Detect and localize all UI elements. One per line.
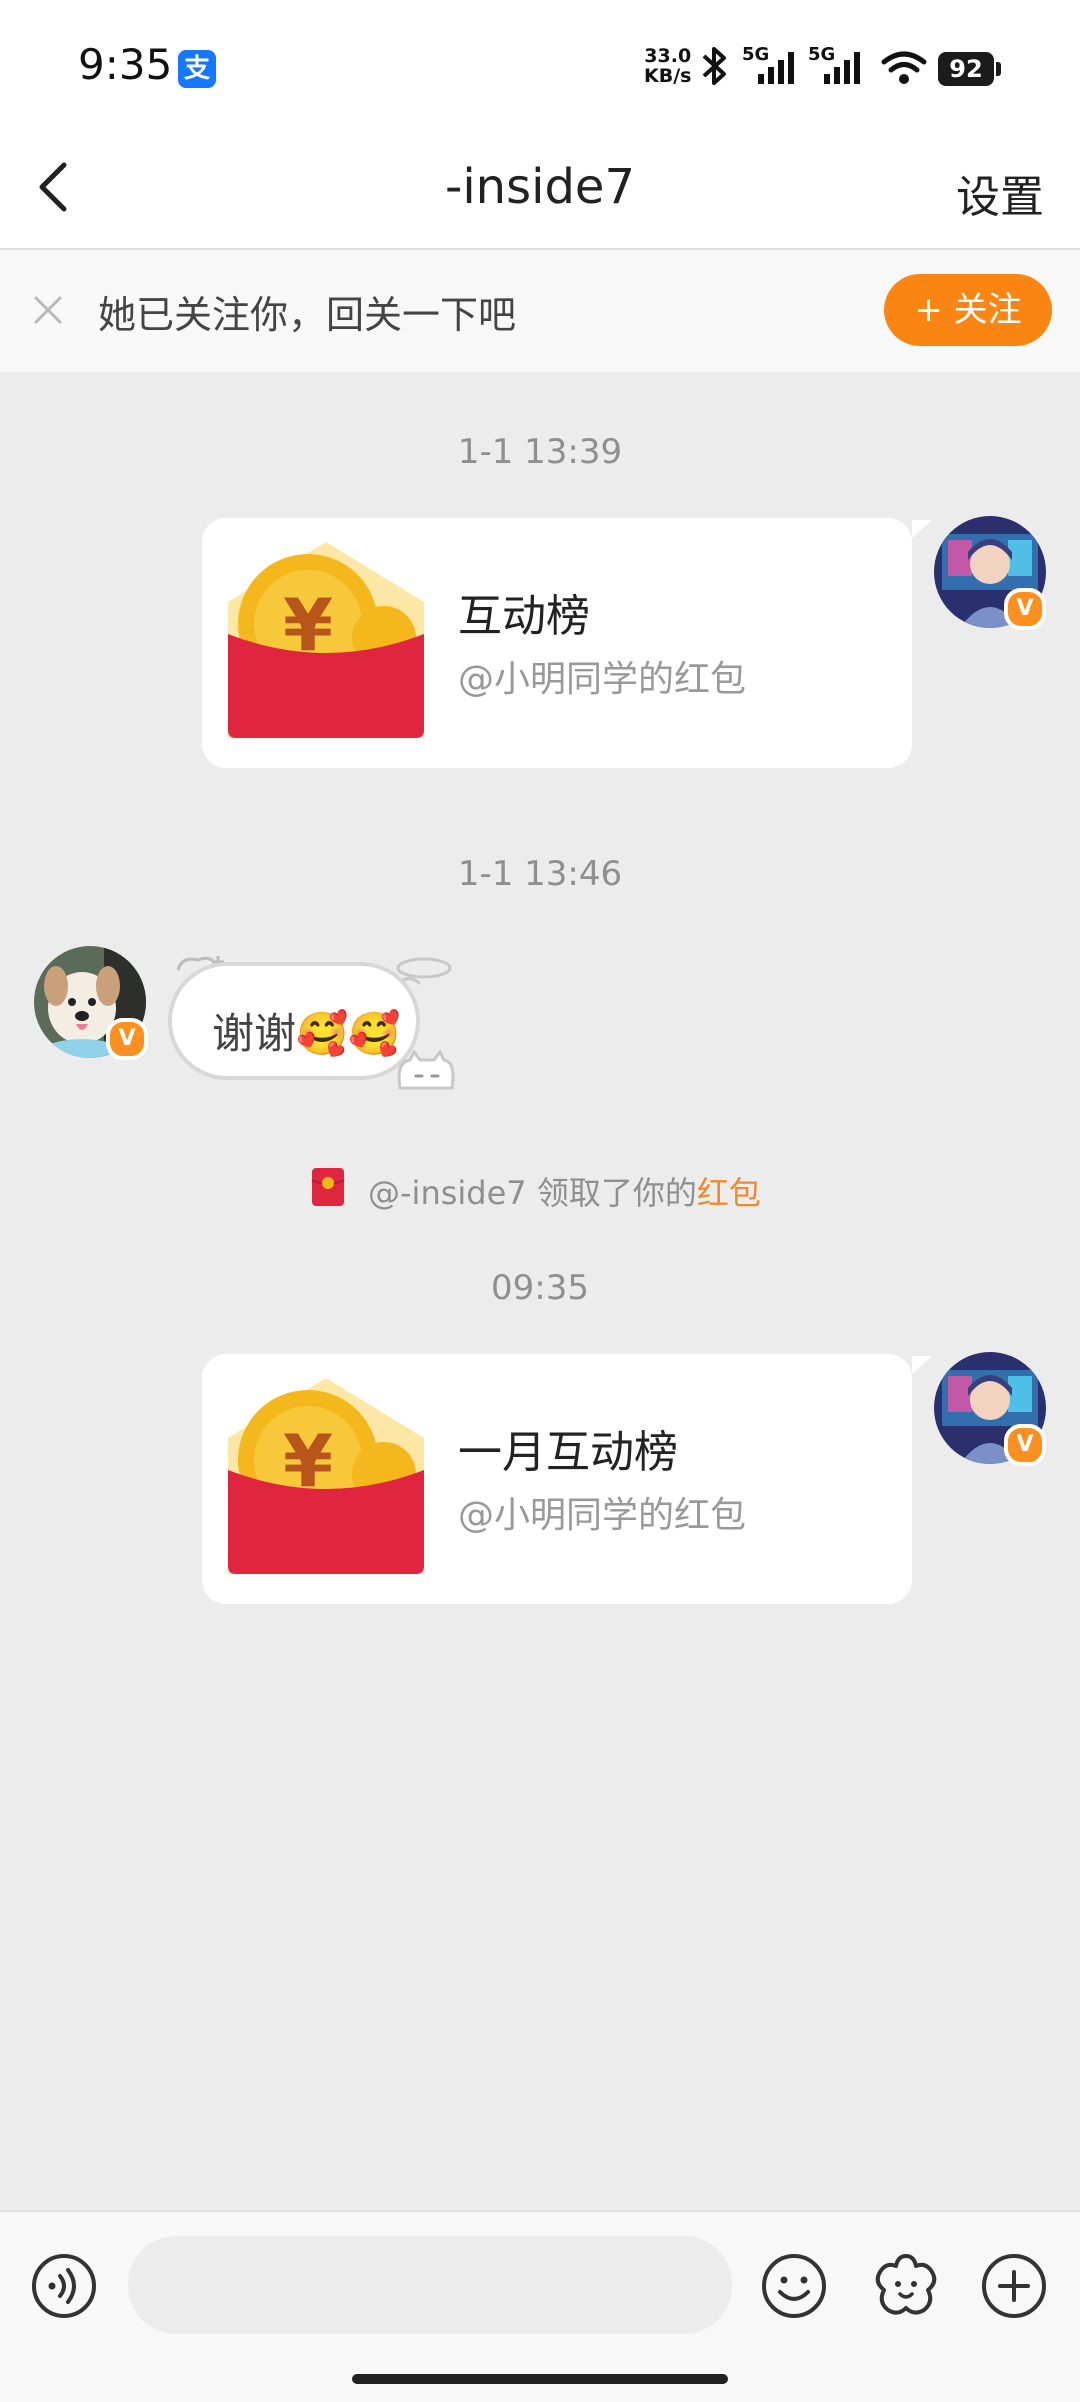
red-packet-subtitle: @小明同学的红包 bbox=[458, 659, 747, 700]
input-bar bbox=[0, 2210, 1080, 2402]
system-notice-prefix: @-inside7 领取了你的 bbox=[368, 1174, 697, 1212]
alipay-notification-icon: 支 bbox=[178, 50, 216, 88]
voice-icon[interactable] bbox=[30, 2252, 98, 2320]
network-speed-value: 33.0 bbox=[644, 45, 692, 67]
chat-header: -inside7 设置 bbox=[0, 135, 1080, 250]
cat-doodle-icon bbox=[397, 1049, 455, 1090]
red-packet-title: 一月互动榜 bbox=[458, 1427, 678, 1478]
red-packet-title: 互动榜 bbox=[458, 591, 590, 642]
red-packet-subtitle: @小明同学的红包 bbox=[458, 1495, 747, 1536]
follow-back-text: 她已关注你，回关一下吧 bbox=[98, 293, 517, 337]
battery-tip bbox=[996, 62, 1001, 76]
message-bubble[interactable]: 谢谢🥰🥰 bbox=[168, 962, 420, 1080]
status-bar: 9:35 支 33.0 KB/s 5G 5G 92 bbox=[0, 0, 1080, 135]
status-time: 9:35 bbox=[78, 40, 173, 89]
bubble-tail bbox=[912, 520, 932, 538]
red-packet-card[interactable]: ¥ 互动榜 @小明同学的红包 bbox=[202, 518, 912, 768]
message-timestamp: 09:35 bbox=[491, 1268, 589, 1308]
signal-strength-icon bbox=[758, 52, 794, 84]
red-packet-icon: ¥ bbox=[228, 542, 424, 738]
chat-title: -inside7 bbox=[445, 159, 635, 215]
red-packet-icon: ¥ bbox=[228, 1378, 424, 1574]
plus-icon[interactable] bbox=[980, 2252, 1048, 2320]
message-timestamp: 1-1 13:39 bbox=[457, 432, 623, 472]
chevron-left-icon[interactable] bbox=[28, 157, 88, 217]
close-icon[interactable] bbox=[28, 290, 68, 330]
system-notice-text: @-inside7 领取了你的红包 bbox=[368, 1168, 761, 1214]
red-packet-link[interactable]: 红包 bbox=[697, 1174, 761, 1212]
red-packet-small-icon bbox=[311, 1168, 345, 1206]
signal-strength-icon bbox=[824, 52, 860, 84]
home-indicator[interactable] bbox=[352, 2374, 728, 2384]
message-timestamp: 1-1 13:46 bbox=[457, 854, 623, 894]
bubble-tail bbox=[912, 1356, 932, 1374]
battery-level: 92 bbox=[938, 52, 994, 86]
network-speed: 33.0 KB/s bbox=[644, 46, 691, 86]
emoji-icon[interactable] bbox=[760, 2252, 828, 2320]
message-input[interactable] bbox=[128, 2236, 732, 2334]
bluetooth-icon bbox=[702, 47, 726, 85]
follow-back-banner: 她已关注你，回关一下吧 + 关注 bbox=[0, 250, 1080, 372]
network-speed-unit: KB/s bbox=[644, 65, 692, 87]
verified-badge-icon: V bbox=[106, 1018, 148, 1060]
follow-button[interactable]: + 关注 bbox=[884, 274, 1052, 346]
verified-badge-icon: V bbox=[1004, 588, 1046, 630]
message-text: 谢谢🥰🥰 bbox=[212, 1009, 401, 1058]
settings-button[interactable]: 设置 bbox=[956, 161, 1044, 225]
wifi-icon bbox=[881, 51, 927, 84]
red-packet-card[interactable]: ¥ 一月互动榜 @小明同学的红包 bbox=[202, 1354, 912, 1604]
sticker-icon[interactable] bbox=[870, 2250, 942, 2322]
verified-badge-icon: V bbox=[1004, 1424, 1046, 1466]
